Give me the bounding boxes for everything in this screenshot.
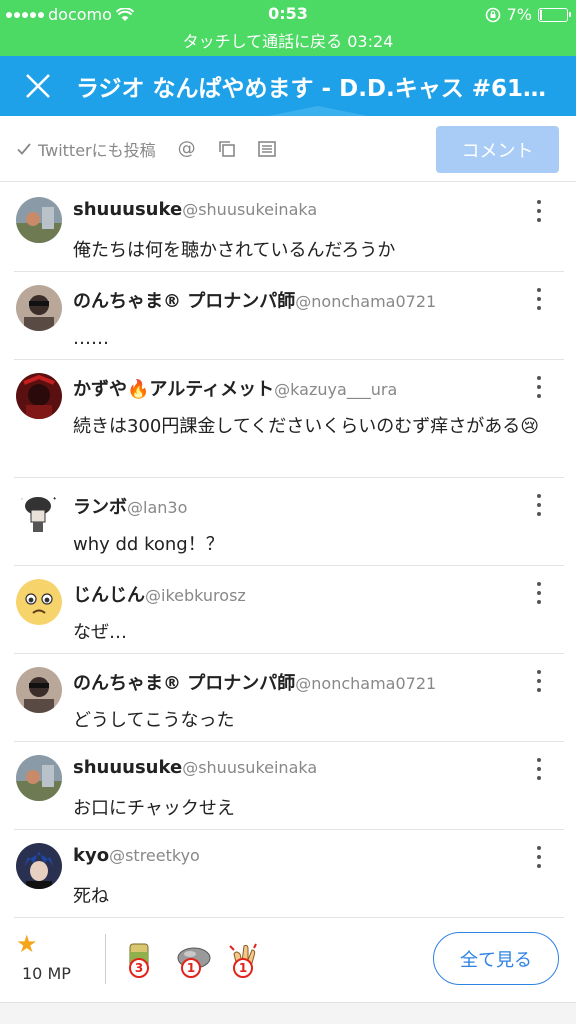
header: ラジオ なんぱやめます - D.D.キャス #61… (0, 56, 576, 116)
comment-text: …… (73, 328, 109, 349)
avatar[interactable] (16, 579, 62, 625)
check-icon (17, 142, 31, 155)
bottom-toolbar (0, 1002, 576, 1024)
comment-text: お口にチャックせえ (73, 798, 235, 819)
comment-item: ランボ@lan3o why dd kong！？ (14, 478, 564, 566)
more-options-icon[interactable] (536, 200, 542, 222)
battery-info: 7% (485, 5, 571, 24)
comment-text: どうしてこうなった (73, 710, 235, 731)
more-options-icon[interactable] (536, 288, 542, 310)
comment-item: kyo@streetkyo 死ね (14, 830, 564, 918)
comment-author[interactable]: じんじん (73, 585, 145, 606)
comment-text: 俺たちは何を聴かされているんだろうか (73, 240, 396, 261)
copy-icon[interactable] (218, 140, 236, 158)
stone-item-icon[interactable]: 1 (174, 940, 212, 978)
comment-author[interactable]: ランボ (73, 497, 127, 518)
divider (105, 934, 106, 984)
return-to-call-label: タッチして通話に戻る 03:24 (182, 32, 394, 51)
comment-handle: @kazuya___ura (274, 380, 398, 399)
item-badges: 3 1 1 (122, 940, 264, 978)
comment-author[interactable]: のんちゃま® プロナンパ師 (73, 291, 295, 312)
status-bar: docomo 0:53 7% (0, 0, 576, 30)
avatar[interactable] (16, 843, 62, 889)
more-options-icon[interactable] (536, 846, 542, 868)
mention-icon[interactable]: @ (178, 138, 196, 159)
close-button[interactable] (0, 56, 76, 116)
header-notch (268, 106, 368, 116)
comment-handle: @streetkyo (109, 846, 200, 865)
comment-toolbar: Twitterにも投稿 @ コメント (0, 116, 576, 182)
avatar[interactable] (16, 373, 62, 419)
comment-text: 死ね (73, 886, 109, 907)
mp-count: 10 MP (22, 964, 71, 983)
badge-count: 3 (129, 958, 149, 978)
comment-author[interactable]: shuuusuke (73, 199, 182, 220)
avatar[interactable] (16, 491, 62, 537)
comment-handle: @shuusukeinaka (182, 200, 318, 219)
comment-item: じんじん@ikebkurosz なぜ… (14, 566, 564, 654)
comment-handle: @nonchama0721 (295, 292, 437, 311)
avatar[interactable] (16, 667, 62, 713)
badge-count: 1 (233, 958, 253, 978)
comment-author[interactable]: kyo (73, 845, 109, 866)
comment-author[interactable]: のんちゃま® プロナンパ師 (73, 673, 295, 694)
comment-item: かずや🔥アルティメット@kazuya___ura 続きは300円課金してください… (14, 360, 564, 478)
comment-handle: @shuusukeinaka (182, 758, 318, 777)
more-options-icon[interactable] (536, 494, 542, 516)
more-options-icon[interactable] (536, 758, 542, 780)
comment-text: 続きは300円課金してくださいくらいのむず痒さがある😢 (73, 416, 540, 437)
comment-text: なぜ… (73, 622, 127, 643)
avatar[interactable] (16, 285, 62, 331)
more-options-icon[interactable] (536, 670, 542, 692)
can-item-icon[interactable]: 3 (122, 940, 160, 978)
comment-text: why dd kong！？ (73, 534, 224, 555)
comment-item: のんちゃま® プロナンパ師@nonchama0721 どうしてこうなった (14, 654, 564, 742)
comment-handle: @lan3o (127, 498, 188, 517)
more-options-icon[interactable] (536, 376, 542, 398)
more-options-icon[interactable] (536, 582, 542, 604)
template-icon[interactable] (257, 140, 276, 157)
footer: ★ 10 MP 3 1 1 全て見る (0, 916, 576, 1002)
comment-item: shuuusuke@shuusukeinaka お口にチャックせえ (14, 742, 564, 830)
comment-item: shuuusuke@shuusukeinaka 俺たちは何を聴かされているんだろ… (14, 184, 564, 272)
rotation-lock-icon (485, 7, 500, 22)
page-title: ラジオ なんぱやめます - D.D.キャス #61… (76, 76, 547, 102)
comment-author[interactable]: かずや🔥アルティメット (73, 379, 274, 400)
comment-button[interactable]: コメント (436, 126, 559, 173)
avatar[interactable] (16, 197, 62, 243)
comment-item: のんちゃま® プロナンパ師@nonchama0721 …… (14, 272, 564, 360)
battery-percent: 7% (506, 5, 532, 24)
twitter-share-label: Twitterにも投稿 (38, 140, 156, 160)
battery-icon (538, 7, 571, 22)
comment-list: shuuusuke@shuusukeinaka 俺たちは何を聴かされているんだろ… (0, 184, 576, 918)
clap-item-icon[interactable]: 1 (226, 940, 264, 978)
badge-count: 1 (181, 958, 201, 978)
comment-handle: @nonchama0721 (295, 674, 437, 693)
star-icon[interactable]: ★ (16, 930, 38, 958)
close-icon (26, 74, 50, 98)
see-all-button[interactable]: 全て見る (433, 932, 559, 985)
comment-author[interactable]: shuuusuke (73, 757, 182, 778)
twitter-share-toggle[interactable]: Twitterにも投稿 (16, 137, 156, 161)
comment-handle: @ikebkurosz (145, 586, 246, 605)
return-to-call-bar[interactable]: タッチして通話に戻る 03:24 (0, 30, 576, 56)
avatar[interactable] (16, 755, 62, 801)
